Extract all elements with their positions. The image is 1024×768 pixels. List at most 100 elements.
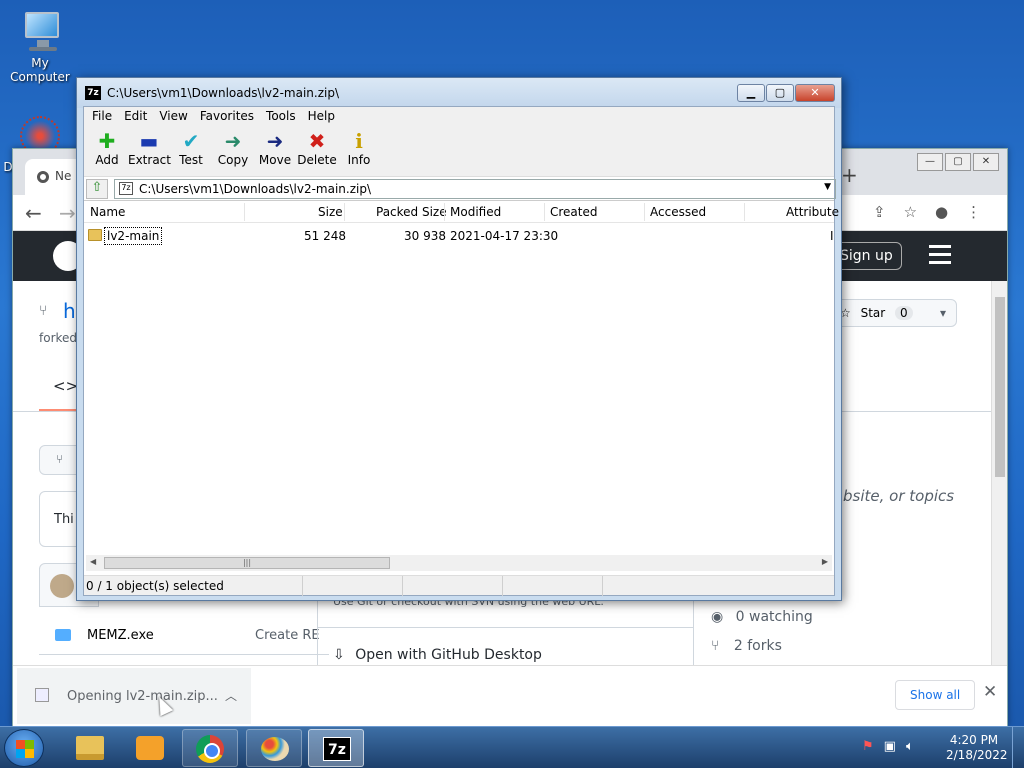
tab-code[interactable]: <> [53, 377, 78, 395]
delete-button[interactable]: ✖ Delete [296, 125, 338, 176]
menu-tools[interactable]: Tools [260, 107, 302, 125]
chrome-close-button[interactable]: ✕ [973, 153, 999, 171]
folder-icon [55, 629, 71, 641]
folder-up-icon[interactable]: ⇧ [86, 179, 108, 199]
taskbar: 7z ⚑ ▣ 🔈︎ 4:20 PM 2/18/2022 [0, 726, 1024, 768]
watching-count: 0 watching [735, 609, 813, 625]
share-icon[interactable]: ⇪ [873, 203, 886, 221]
column-header-packed-size[interactable]: Packed Size [376, 205, 447, 219]
column-header-name[interactable]: Name [90, 205, 125, 219]
forked-from-label: forked [39, 331, 78, 345]
hamburger-menu-icon[interactable] [929, 245, 951, 269]
move-button[interactable]: ➜ Move [254, 125, 296, 176]
column-header-attributes[interactable]: Attribute [786, 205, 839, 219]
scrollbar-thumb[interactable]: ||| [104, 557, 390, 569]
menu-favorites[interactable]: Favorites [194, 107, 260, 125]
start-button[interactable] [4, 729, 44, 767]
column-header-accessed[interactable]: Accessed [650, 205, 706, 219]
table-row[interactable]: MEMZ.exe Create RE [39, 619, 329, 655]
path-value: C:\Users\vm1\Downloads\lv2-main.zip\ [139, 182, 372, 196]
close-icon[interactable]: ✕ [983, 682, 997, 702]
copy-icon: ➜ [224, 129, 242, 153]
watching-link[interactable]: ◉ 0 watching [711, 609, 813, 625]
status-bar: 0 / 1 object(s) selected [84, 575, 834, 596]
dropdown-arrow-icon[interactable]: ▼ [824, 182, 831, 192]
action-center-flag-icon[interactable]: ⚑ [862, 739, 874, 754]
file-commit-message[interactable]: Create RE [255, 628, 320, 643]
show-all-button[interactable]: Show all [895, 680, 976, 710]
item-modified: 2021-04-17 23:30 [450, 229, 559, 243]
test-label: Test [179, 153, 203, 167]
scroll-right-icon[interactable]: ▶ [822, 557, 828, 566]
list-item[interactable]: lv2-main 51 248 30 938 2021-04-17 23:30 … [84, 227, 834, 245]
my-computer-desktop-icon[interactable]: My Computer [2, 8, 78, 84]
close-button[interactable]: ✕ [795, 84, 835, 102]
column-header-size[interactable]: Size [318, 205, 343, 219]
horizontal-scrollbar[interactable]: ◀ ||| ▶ [86, 555, 832, 571]
repo-owner-link[interactable]: h [63, 299, 76, 323]
item-packed-size: 30 938 [404, 229, 446, 243]
chrome-icon [196, 735, 224, 763]
menu-view[interactable]: View [153, 107, 193, 125]
back-arrow-icon[interactable]: ← [25, 201, 42, 225]
extract-label: Extract [128, 153, 171, 167]
menu-edit[interactable]: Edit [118, 107, 153, 125]
file-list[interactable]: lv2-main 51 248 30 938 2021-04-17 23:30 … [84, 223, 834, 555]
forks-count: 2 forks [733, 638, 782, 654]
forks-link[interactable]: ⑂ 2 forks [711, 638, 782, 654]
column-header-created[interactable]: Created [550, 205, 598, 219]
taskbar-media-player[interactable] [122, 729, 178, 767]
chevron-down-icon[interactable]: ▾ [940, 306, 946, 320]
minimize-button[interactable]: ▁ [737, 84, 765, 102]
extract-button[interactable]: ▬ Extract [128, 125, 171, 176]
scroll-left-icon[interactable]: ◀ [90, 557, 96, 566]
new-tab-button[interactable]: + [841, 163, 858, 187]
scrollbar-thumb[interactable] [995, 297, 1005, 477]
menu-help[interactable]: Help [302, 107, 341, 125]
chrome-vertical-scrollbar[interactable] [991, 281, 1007, 727]
add-button[interactable]: ✚ Add [86, 125, 128, 176]
copy-button[interactable]: ➜ Copy [212, 125, 254, 176]
menu-bar: File Edit View Favorites Tools Help [84, 107, 834, 125]
download-item[interactable]: Opening lv2-main.zip... ︿ [17, 668, 251, 724]
bookmark-star-icon[interactable]: ☆ [904, 203, 917, 221]
test-button[interactable]: ✔ Test [170, 125, 212, 176]
chrome-maximize-button[interactable]: ▢ [945, 153, 971, 171]
open-github-desktop-link[interactable]: ⇩ Open with GitHub Desktop [333, 647, 542, 663]
item-size: 51 248 [304, 229, 346, 243]
star-button[interactable]: ☆ Star 0 ▾ [831, 299, 957, 327]
avatar[interactable] [50, 574, 74, 598]
forward-arrow-icon[interactable]: → [59, 201, 76, 225]
clock[interactable]: 4:20 PM 2/18/2022 [946, 733, 1008, 763]
test-icon: ✔ [182, 129, 200, 153]
paint-palette-icon [261, 737, 289, 761]
maximize-button[interactable]: ▢ [766, 84, 794, 102]
volume-icon[interactable]: 🔈︎ [906, 739, 914, 754]
chrome-minimize-button[interactable]: — [917, 153, 943, 171]
delete-icon: ✖ [308, 129, 326, 153]
show-desktop-button[interactable] [1012, 727, 1024, 768]
taskbar-7zip[interactable]: 7z [308, 729, 364, 767]
menu-file[interactable]: File [86, 107, 118, 125]
chevron-up-icon[interactable]: ︿ [225, 687, 237, 704]
taskbar-explorer[interactable] [62, 729, 118, 767]
7zip-window[interactable]: 7z C:\Users\vm1\Downloads\lv2-main.zip\ … [76, 77, 842, 601]
fork-icon: ⑂ [711, 638, 720, 654]
column-header-modified[interactable]: Modified [450, 205, 501, 219]
copy-label: Copy [217, 153, 249, 167]
eye-icon: ◉ [711, 609, 724, 625]
info-button[interactable]: i Info [338, 125, 380, 176]
7zip-title-bar[interactable]: 7z C:\Users\vm1\Downloads\lv2-main.zip\ … [77, 78, 841, 108]
network-icon[interactable]: ▣ [884, 739, 896, 754]
clock-time: 4:20 PM [949, 733, 999, 747]
path-combobox[interactable]: 7z C:\Users\vm1\Downloads\lv2-main.zip\ … [114, 179, 836, 199]
repo-fork-icon: ⑂ [39, 303, 48, 319]
taskbar-chrome[interactable] [182, 729, 238, 767]
chrome-favicon-icon [37, 170, 49, 183]
profile-avatar-icon[interactable]: ● [935, 203, 948, 221]
divider [317, 627, 693, 628]
desktop-download-icon: ⇩ [333, 647, 345, 663]
taskbar-paint[interactable] [246, 729, 302, 767]
chrome-menu-icon[interactable]: ⋮ [966, 203, 981, 221]
file-name-link[interactable]: MEMZ.exe [87, 628, 154, 643]
